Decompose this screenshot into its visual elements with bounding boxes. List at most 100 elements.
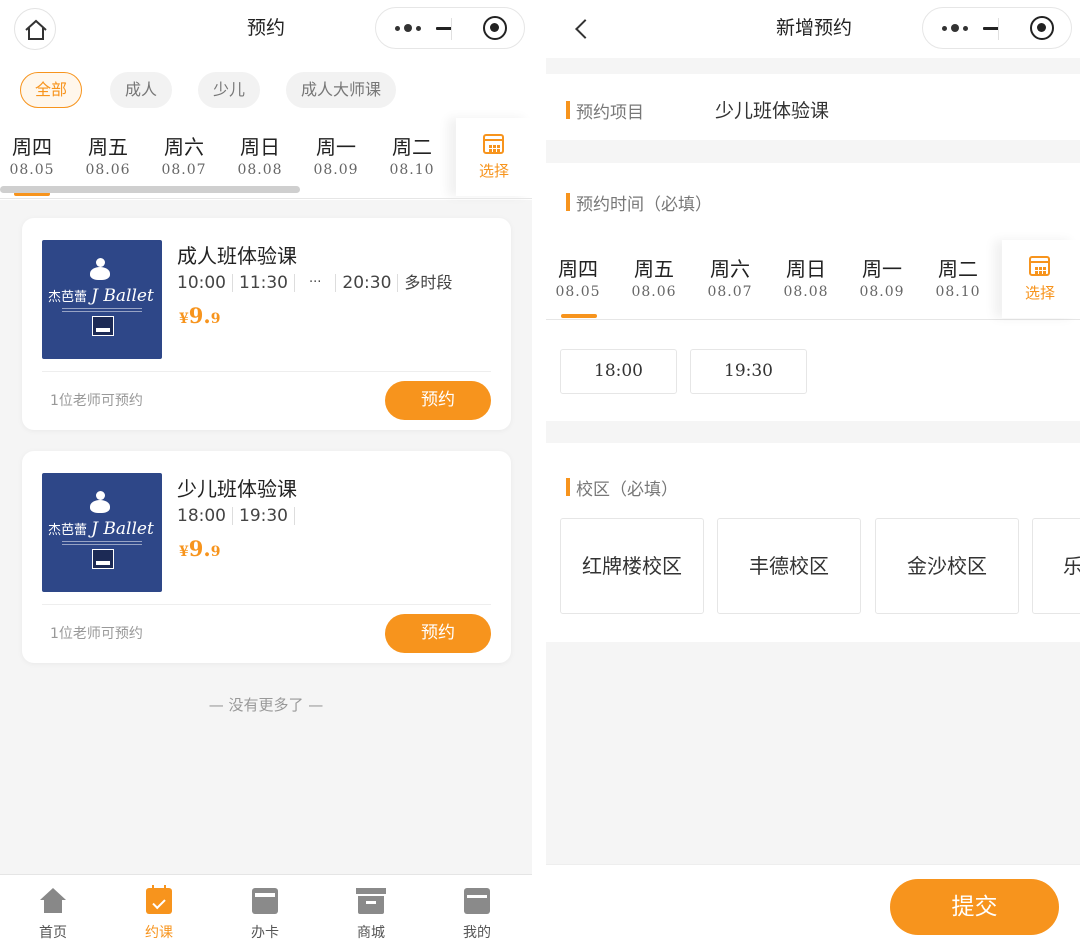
date-scrollbar[interactable] xyxy=(0,186,300,193)
thumb-brand-en: J Ballet xyxy=(91,519,154,539)
no-more-text: — 没有更多了 — xyxy=(208,696,324,714)
selected-date-indicator xyxy=(561,314,597,318)
tab-label: 约课 xyxy=(145,925,173,941)
filter-all[interactable]: 全部 xyxy=(20,72,83,108)
back-icon[interactable] xyxy=(568,14,598,44)
home-button[interactable] xyxy=(14,8,56,50)
dance-badge-icon xyxy=(92,549,114,569)
project-section: 预约项目 少儿班体验课 xyxy=(546,74,1080,140)
tab-label: 我的 xyxy=(463,925,491,941)
time-slot: 19:30 xyxy=(233,507,295,525)
date-item[interactable]: 周五 08.06 xyxy=(78,134,138,180)
time-slot: 11:30 xyxy=(233,274,295,292)
time-label: 预约时间（必填） xyxy=(566,190,712,215)
tab-label: 办卡 xyxy=(251,925,279,941)
calendar-label: 选择 xyxy=(478,162,509,180)
course-title: 成人班体验课 xyxy=(177,244,297,268)
tab-label: 商城 xyxy=(357,925,385,941)
date-item[interactable]: 周日 08.08 xyxy=(776,256,836,302)
calendar-check-icon xyxy=(146,885,172,914)
calendar-label: 选择 xyxy=(1024,284,1055,302)
date-item[interactable]: 周日 08.08 xyxy=(230,134,290,180)
date-selector: 周四 08.05 周五 08.06 周六 08.07 周日 08.08 周一 08.09 … xyxy=(546,240,1080,320)
calendar-picker-button[interactable]: 选择 xyxy=(456,118,532,196)
course-card[interactable]: 杰芭蕾 J Ballet 成人班体验课 10:00 11:30 ··· 20:3… xyxy=(22,218,511,430)
calendar-picker-button[interactable]: 选择 xyxy=(1002,240,1078,318)
more-icon[interactable] xyxy=(937,8,973,48)
course-title: 少儿班体验课 xyxy=(177,477,297,501)
home-icon xyxy=(40,888,66,914)
thumb-brand: 杰芭蕾 xyxy=(48,523,88,538)
date-item[interactable]: 周一 08.09 xyxy=(306,134,366,180)
course-times: 10:00 11:30 ··· 20:30 多时段 xyxy=(177,272,458,294)
card-icon xyxy=(252,888,278,914)
course-thumbnail: 杰芭蕾 J Ballet xyxy=(42,473,162,592)
project-value: 少儿班体验课 xyxy=(715,100,830,122)
tab-shop[interactable]: 商城 xyxy=(318,875,424,947)
book-button[interactable]: 预约 xyxy=(385,381,491,420)
calendar-icon xyxy=(483,134,504,154)
course-price: ¥9.9 xyxy=(179,303,221,328)
teacher-availability: 1位老师可预约 xyxy=(50,393,143,409)
minimize-icon[interactable] xyxy=(975,8,1007,48)
date-item[interactable]: 周四 08.05 xyxy=(2,134,62,180)
minimize-icon[interactable] xyxy=(428,8,460,48)
tab-card[interactable]: 办卡 xyxy=(212,875,318,947)
mini-program-capsule xyxy=(922,7,1072,49)
date-item[interactable]: 周六 08.07 xyxy=(700,256,760,302)
time-slot-button[interactable]: 18:00 xyxy=(560,349,677,394)
course-thumbnail: 杰芭蕾 J Ballet xyxy=(42,240,162,359)
booking-list-screen: 预约 全部 成人 少儿 成人大师课 周四 08.05 周五 08.06 周六 08.0… xyxy=(0,0,532,947)
swan-logo-icon xyxy=(90,258,110,282)
dance-badge-icon xyxy=(92,316,114,336)
date-item[interactable]: 周二 08.10 xyxy=(928,256,988,302)
tab-home[interactable]: 首页 xyxy=(0,875,106,947)
filter-adult[interactable]: 成人 xyxy=(110,72,173,108)
tab-booking[interactable]: 约课 xyxy=(106,875,212,947)
tab-label: 首页 xyxy=(39,925,67,941)
campus-option[interactable]: 金沙校区 xyxy=(875,518,1019,614)
course-times: 18:00 19:30 xyxy=(177,505,295,527)
time-slot-button[interactable]: 19:30 xyxy=(690,349,807,394)
time-ellipsis: ··· xyxy=(295,274,337,292)
campus-option[interactable]: 乐 xyxy=(1032,518,1080,614)
filter-kids[interactable]: 少儿 xyxy=(198,72,261,108)
page-title: 新增预约 xyxy=(775,17,852,39)
calendar-icon xyxy=(1029,256,1050,276)
left-navbar: 预约 xyxy=(0,0,532,58)
teacher-availability: 1位老师可预约 xyxy=(50,626,143,642)
time-slot: 10:00 xyxy=(177,274,233,292)
submit-button[interactable]: 提交 xyxy=(890,879,1059,935)
date-item[interactable]: 周二 08.10 xyxy=(382,134,442,180)
shop-icon xyxy=(356,888,386,914)
campus-option[interactable]: 丰德校区 xyxy=(717,518,861,614)
more-icon[interactable] xyxy=(390,8,426,48)
thumb-brand-en: J Ballet xyxy=(91,286,154,306)
submit-bar: 提交 xyxy=(546,864,1080,947)
multi-time-label: 多时段 xyxy=(404,273,453,292)
date-item[interactable]: 周六 08.07 xyxy=(154,134,214,180)
time-slot: 18:00 xyxy=(177,507,233,525)
filter-adult-master[interactable]: 成人大师课 xyxy=(286,72,397,108)
page-title: 预约 xyxy=(246,17,285,39)
bottom-tab-bar: 首页 约课 办卡 商城 我的 xyxy=(0,874,532,947)
new-booking-screen: 新增预约 预约项目 少儿班体验课 预约时间（必填） 周四 08.05 周五 08.0… xyxy=(546,0,1080,947)
course-card[interactable]: 杰芭蕾 J Ballet 少儿班体验课 18:00 19:30 ¥9.9 1位老… xyxy=(22,451,511,663)
profile-icon xyxy=(464,888,490,914)
date-item[interactable]: 周一 08.09 xyxy=(852,256,912,302)
campus-label: 校区（必填） xyxy=(566,475,678,500)
thumb-brand: 杰芭蕾 xyxy=(48,290,88,305)
project-label: 预约项目 xyxy=(566,98,644,123)
mini-program-capsule xyxy=(375,7,525,49)
tab-profile[interactable]: 我的 xyxy=(424,875,530,947)
date-item[interactable]: 周四 08.05 xyxy=(548,256,608,302)
category-filters: 全部 成人 少儿 成人大师课 xyxy=(0,58,532,118)
close-mini-program-icon[interactable] xyxy=(483,16,507,40)
close-mini-program-icon[interactable] xyxy=(1030,16,1054,40)
date-item[interactable]: 周五 08.06 xyxy=(624,256,684,302)
campus-option[interactable]: 红牌楼校区 xyxy=(560,518,704,614)
swan-logo-icon xyxy=(90,491,110,515)
home-icon xyxy=(25,19,47,40)
time-slot: 20:30 xyxy=(336,274,399,292)
book-button[interactable]: 预约 xyxy=(385,614,491,653)
